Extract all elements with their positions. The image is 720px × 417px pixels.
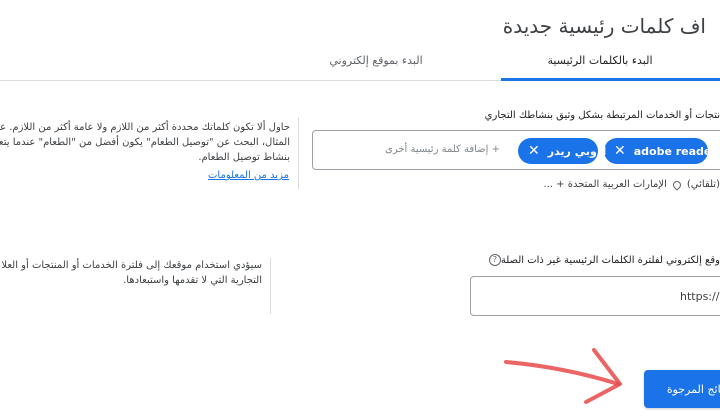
learn-more-link[interactable]: مزيد من المعلومات <box>208 170 289 181</box>
url-value[interactable]: https:// <box>680 290 719 303</box>
annotation-arrow-icon <box>504 348 622 404</box>
chip-label: ادوبي ريدر <box>547 144 607 158</box>
chip-label: adobe reader <box>633 144 717 158</box>
location-pin-icon <box>671 178 683 191</box>
add-keyword-input[interactable]: + إضافة كلمة رئيسية أخرى <box>385 144 500 155</box>
help-line: بنشاط توصيل الطعام. <box>198 152 290 163</box>
active-tab-indicator <box>501 78 720 81</box>
close-icon[interactable]: ✕ <box>528 143 540 159</box>
keyword-chip[interactable]: ✕ ادوبي ريدر <box>518 138 606 164</box>
language-value[interactable]: (تلقائي) <box>687 179 720 190</box>
tab-start-with-website[interactable]: البدء بموقع إلكتروني <box>256 52 496 80</box>
keywords-prompt: نتجات أو الخدمات المرتبطة بشكل وثيق بنشا… <box>484 110 720 121</box>
get-results-button[interactable]: النتائج المرجوة <box>644 370 720 408</box>
help-line: سيؤدي استخدام موقعك إلى فلترة الخدمات أو… <box>1 260 262 271</box>
help-divider <box>298 117 299 189</box>
help-line: التجارية التي لا تقدمها واستبعادها. <box>123 275 262 286</box>
close-icon[interactable]: ✕ <box>614 143 626 159</box>
website-prompt: وقع إلكتروني لفلترة الكلمات الرئيسية غير… <box>485 254 720 266</box>
page-title: اف كلمات رئيسية جديدة <box>502 14 706 38</box>
help-line: المثال، البحث عن "توصيل الطعام" يكون أفض… <box>0 137 290 148</box>
keywords-help-text: حاول ألا تكون كلماتك محددة أكثر من اللاز… <box>0 120 290 165</box>
help-line: حاول ألا تكون كلماتك محددة أكثر من اللاز… <box>0 122 290 133</box>
tab-start-with-keywords[interactable]: البدء بالكلمات الرئيسية <box>480 52 720 80</box>
help-divider <box>270 258 271 314</box>
help-icon[interactable]: ? <box>488 254 501 266</box>
location-value[interactable]: الإمارات العربية المتحدة + ... <box>543 179 666 190</box>
language-location-selector[interactable]: (تلقائي) الإمارات العربية المتحدة + ... <box>543 178 720 191</box>
website-help-text: سيؤدي استخدام موقعك إلى فلترة الخدمات أو… <box>0 258 262 288</box>
keyword-chip[interactable]: ✕ adobe reader <box>604 138 717 164</box>
website-prompt-text: وقع إلكتروني لفلترة الكلمات الرئيسية غير… <box>500 254 720 266</box>
